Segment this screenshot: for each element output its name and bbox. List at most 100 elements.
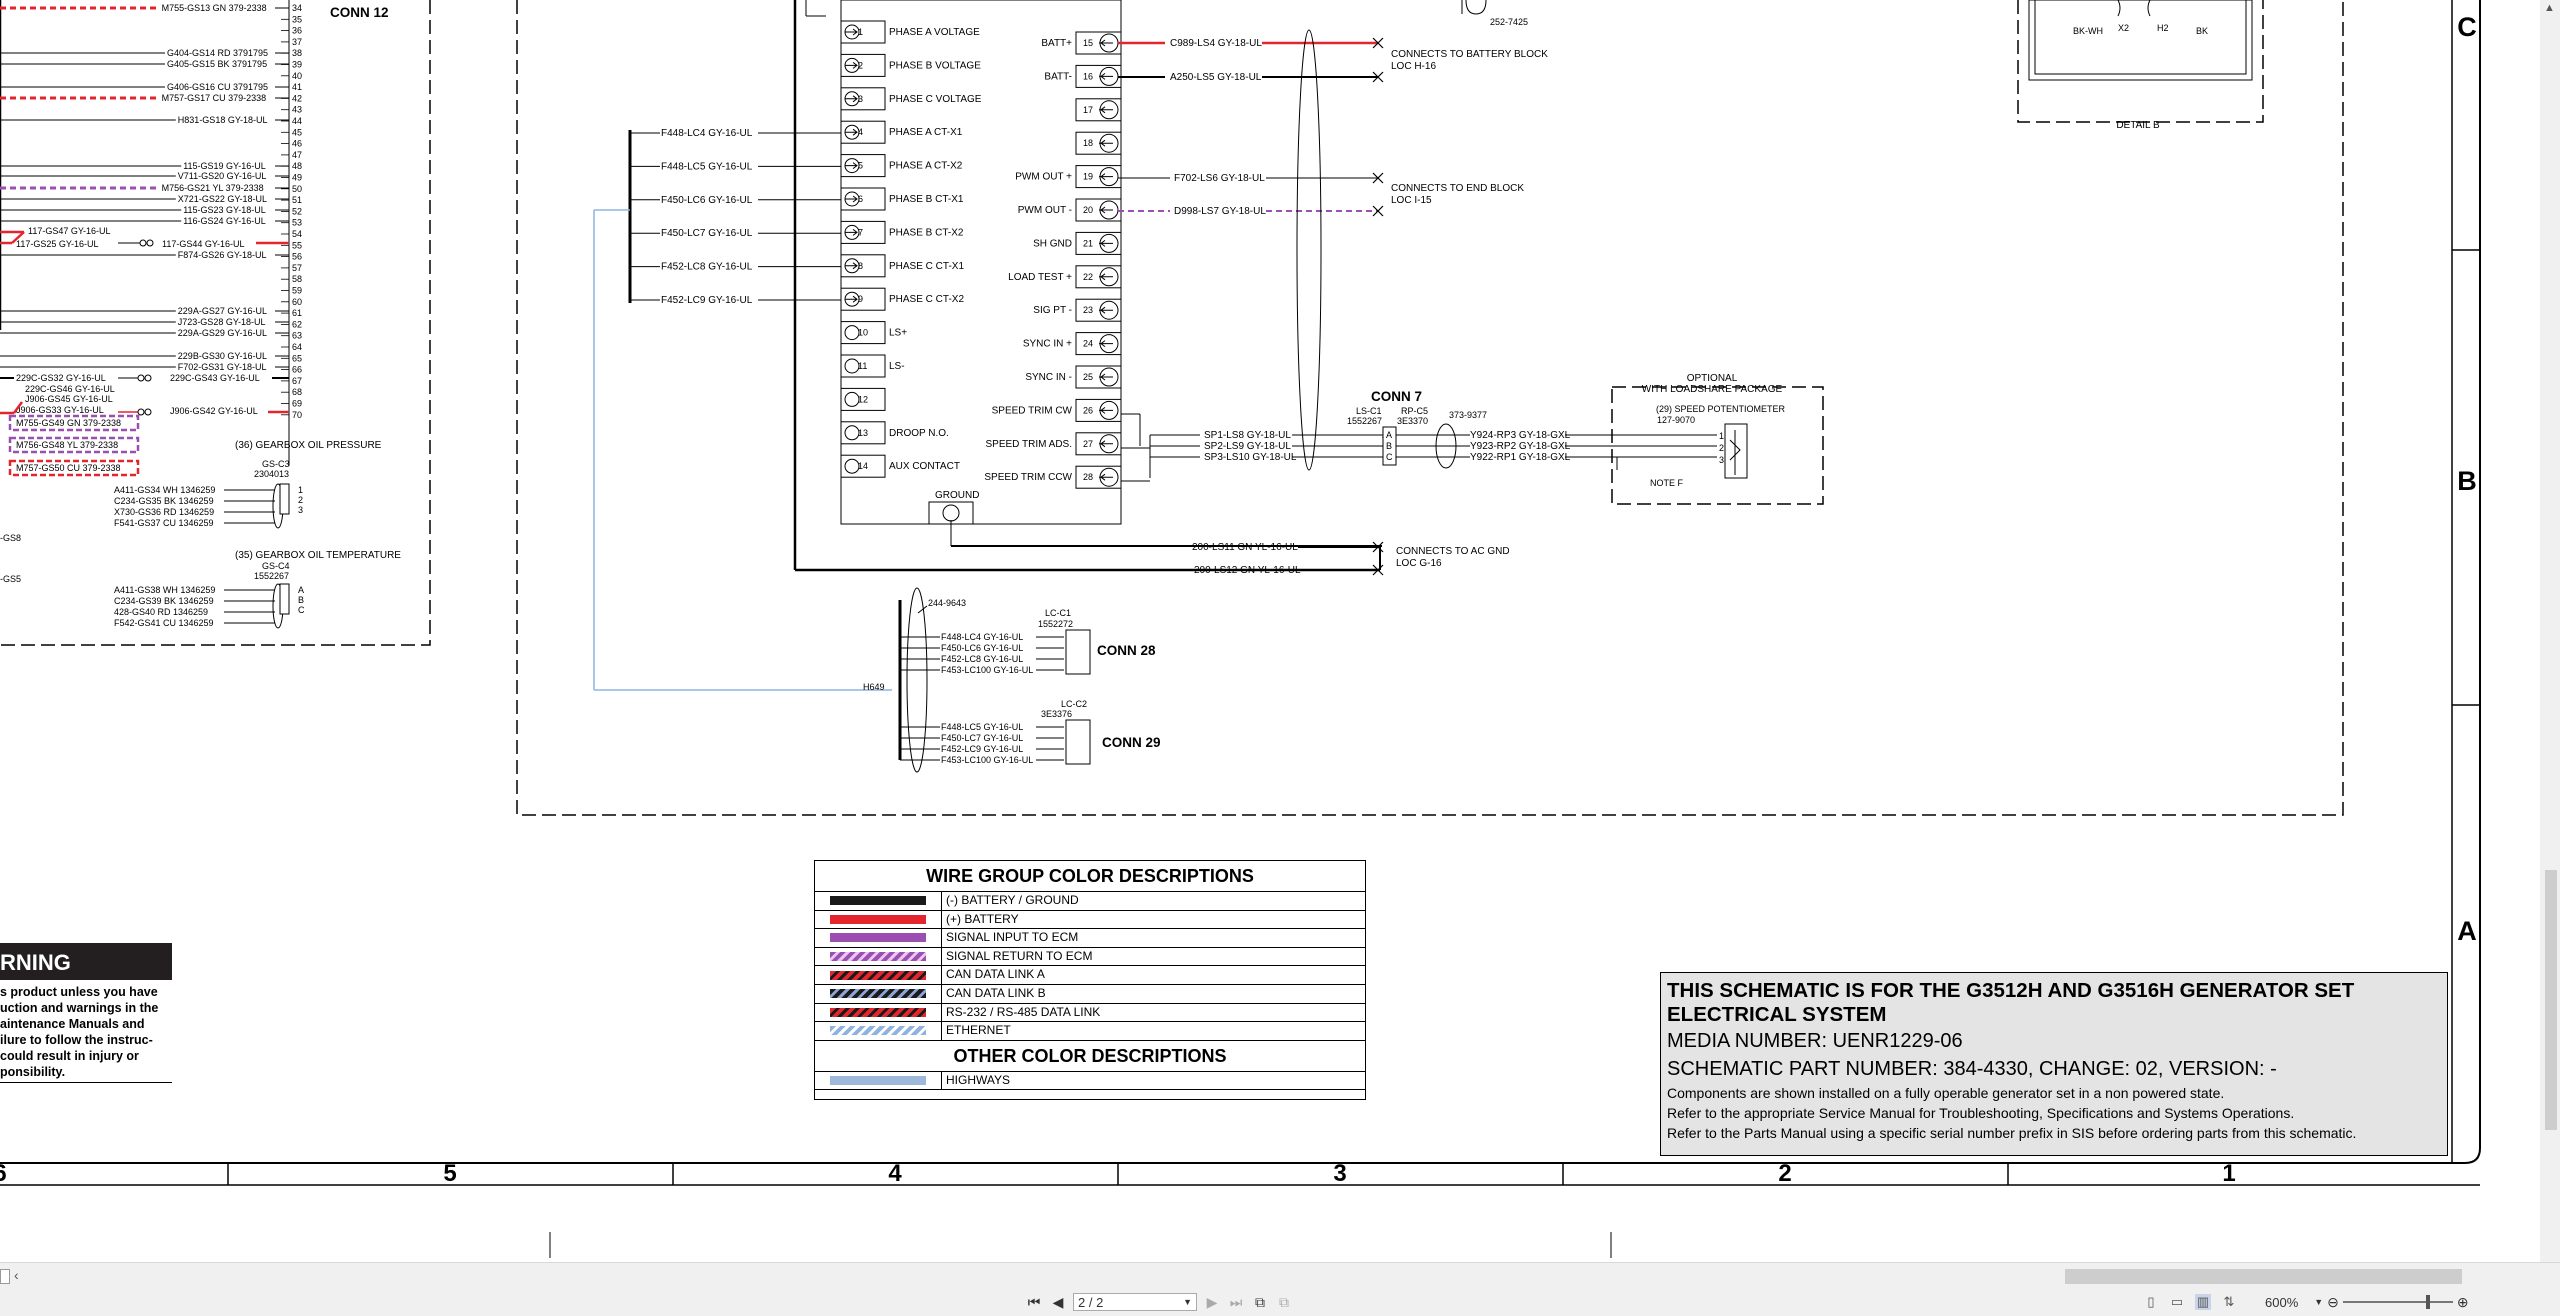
pin-number: 36: [292, 26, 302, 36]
zoom-slider[interactable]: [2342, 1295, 2453, 1309]
continuous-view-icon[interactable]: ▭: [2169, 1294, 2185, 1310]
sidebar-toggle-icon[interactable]: [0, 1269, 10, 1284]
previous-view-icon[interactable]: ⧉: [1251, 1293, 1269, 1311]
border-column-label: 2: [1778, 1160, 1791, 1187]
horizontal-scroll-thumb[interactable]: [2065, 1269, 2462, 1284]
legend-row: SIGNAL RETURN TO ECM: [815, 947, 1365, 967]
legend-swatch: [830, 952, 926, 962]
detail-frame: [2028, 0, 2253, 81]
wire-label: F702-LS6 GY-18-UL: [1174, 173, 1265, 184]
wire-label: F450-LC7 GY-16-UL: [661, 228, 753, 239]
zoom-level[interactable]: 600%: [2265, 1295, 2298, 1310]
legend-swatch-cell: [815, 910, 942, 929]
pin-function: PHASE C CT-X2: [889, 294, 964, 305]
wire-label: 229A-GS27 GY-16-UL: [178, 306, 267, 316]
conn12-label: CONN 12: [330, 5, 389, 20]
wire-label: C234-GS39 BK 1346259: [114, 596, 214, 606]
vertical-scroll-thumb[interactable]: [2545, 870, 2557, 1130]
border-row-labels: C B A: [2457, 12, 2477, 946]
scroll-left-icon[interactable]: ‹: [14, 1267, 19, 1283]
legend-label: CAN DATA LINK B: [946, 985, 1046, 1000]
pin-number: C: [298, 605, 305, 615]
legend-row: ETHERNET: [815, 1022, 1365, 1041]
scroll-mode-icon[interactable]: ⇅: [2221, 1294, 2237, 1310]
legend-swatch-cell: [815, 1071, 942, 1090]
wire-label: C989-LS4 GY-18-UL: [1170, 38, 1262, 49]
wire-label: 428-GS40 RD 1346259: [114, 607, 208, 617]
legend-swatch-cell: [815, 1003, 942, 1022]
wire-label: 229C-GS46 GY-16-UL: [25, 384, 115, 394]
single-page-view-icon[interactable]: ▯: [2143, 1294, 2159, 1310]
legend-row: SIGNAL INPUT TO ECM: [815, 929, 1365, 948]
legend-other-title: OTHER COLOR DESCRIPTIONS: [815, 1041, 1365, 1072]
page-navigation: ⏮ ◀ 2 / 2 ▼ ▶ ⏭ ⧉ ⧉: [1025, 1290, 1293, 1314]
connection-note: LOC I-15: [1391, 195, 1432, 206]
wire-label: Y923-RP2 GY-18-GXL: [1470, 441, 1571, 452]
connection-note: CONNECTS TO BATTERY BLOCK: [1391, 49, 1548, 60]
legend-swatch-cell: [815, 984, 942, 1003]
pin-number: 62: [292, 319, 302, 329]
pin-number: 6: [858, 194, 863, 204]
pin-number: 3: [858, 94, 863, 104]
legend-row: (+) BATTERY: [815, 910, 1365, 930]
scroll-up-icon[interactable]: ▲: [2544, 2, 2555, 14]
part-number: 373-9377: [1449, 410, 1487, 420]
wire-label: F448-LC4 GY-16-UL: [661, 128, 753, 139]
external-wiring: C989-LS4 GY-18-UL A250-LS5 GY-18-UL CONNEC…: [1118, 0, 2253, 576]
wire-label: A411-GS34 WH 1346259: [114, 485, 215, 495]
pin-number: 8: [858, 261, 863, 271]
warning-line: aintenance Manuals and: [0, 1017, 145, 1031]
pin-number: 35: [292, 14, 302, 24]
two-page-view-icon[interactable]: ▥: [2195, 1294, 2211, 1310]
pin-number: 19: [1083, 172, 1093, 182]
chevron-down-icon[interactable]: ▼: [1183, 1297, 1192, 1307]
pin-number: 42: [292, 93, 302, 103]
view-controls: ▯ ▭ ▥ ⇅ 600% ▼ ⊖ ⊕: [2143, 1290, 2469, 1314]
zoom-control: 600% ▼ ⊖ ⊕: [2247, 1294, 2469, 1311]
detail-label: DETAIL B: [2116, 120, 2160, 131]
wire-label: M757-GS17 CU 379-2338: [162, 93, 267, 103]
pin-number: 48: [292, 161, 302, 171]
pin-number: 55: [292, 240, 302, 250]
first-page-icon[interactable]: ⏮: [1025, 1293, 1043, 1311]
title-line-2: ELECTRICAL SYSTEM: [1667, 1003, 1887, 1026]
wire-label: F453-LC100 GY-16-UL: [941, 755, 1033, 765]
wire-label: F453-LC100 GY-16-UL: [941, 665, 1033, 675]
wire-label: J906-GS33 GY-16-UL: [16, 405, 104, 415]
next-page-icon[interactable]: ▶: [1203, 1293, 1221, 1311]
wire-label: D998-LS7 GY-18-UL: [1174, 206, 1266, 217]
next-view-icon[interactable]: ⧉: [1275, 1293, 1293, 1311]
pin-number: 69: [292, 399, 302, 409]
pin-number: 1: [1719, 431, 1724, 441]
pin-number: 15: [1083, 38, 1093, 48]
pin-number: 16: [1083, 71, 1093, 81]
pin-function: PHASE B CT-X2: [889, 227, 964, 238]
wire-label: F452-LC8 GY-16-UL: [661, 262, 753, 273]
zoom-dropdown-icon[interactable]: ▼: [2314, 1297, 2323, 1307]
vertical-scrollbar[interactable]: ▲: [2540, 0, 2560, 1262]
pin-number: 65: [292, 353, 302, 363]
pin-function: PHASE A VOLTAGE: [889, 27, 980, 38]
wire-label: 229A-GS29 GY-16-UL: [178, 328, 267, 338]
legend-label: (+) BATTERY: [946, 911, 1019, 926]
zoom-out-icon[interactable]: ⊖: [2327, 1294, 2339, 1311]
wire-label: H831-GS18 GY-18-UL: [178, 115, 268, 125]
page-number-input[interactable]: 2 / 2 ▼: [1073, 1293, 1197, 1311]
wire-label: M756-GS48 YL 379-2338: [16, 440, 118, 450]
coil-icon: [2117, 0, 2151, 17]
zoom-in-icon[interactable]: ⊕: [2457, 1294, 2469, 1311]
wire-label: F448-LC4 GY-16-UL: [941, 632, 1023, 642]
conn-id: LC-C1: [1045, 608, 1071, 618]
pin-number: 13: [858, 428, 868, 438]
wire-label: X721-GS22 GY-18-UL: [178, 194, 267, 204]
last-page-icon[interactable]: ⏭: [1227, 1293, 1245, 1311]
splice: [137, 374, 145, 382]
wire-label: SP2-LS9 GY-18-UL: [1204, 441, 1291, 452]
horizontal-scrollbar[interactable]: ‹: [0, 1264, 2560, 1290]
pin-number: B: [1386, 441, 1392, 451]
wire-label: 200-LS12 GN YL-16-UL: [1194, 565, 1301, 576]
pin-number: 4: [858, 127, 863, 137]
wire-label: F452-LC9 GY-16-UL: [661, 295, 753, 306]
previous-page-icon[interactable]: ◀: [1049, 1293, 1067, 1311]
part-number: 252-7425: [1490, 17, 1528, 27]
